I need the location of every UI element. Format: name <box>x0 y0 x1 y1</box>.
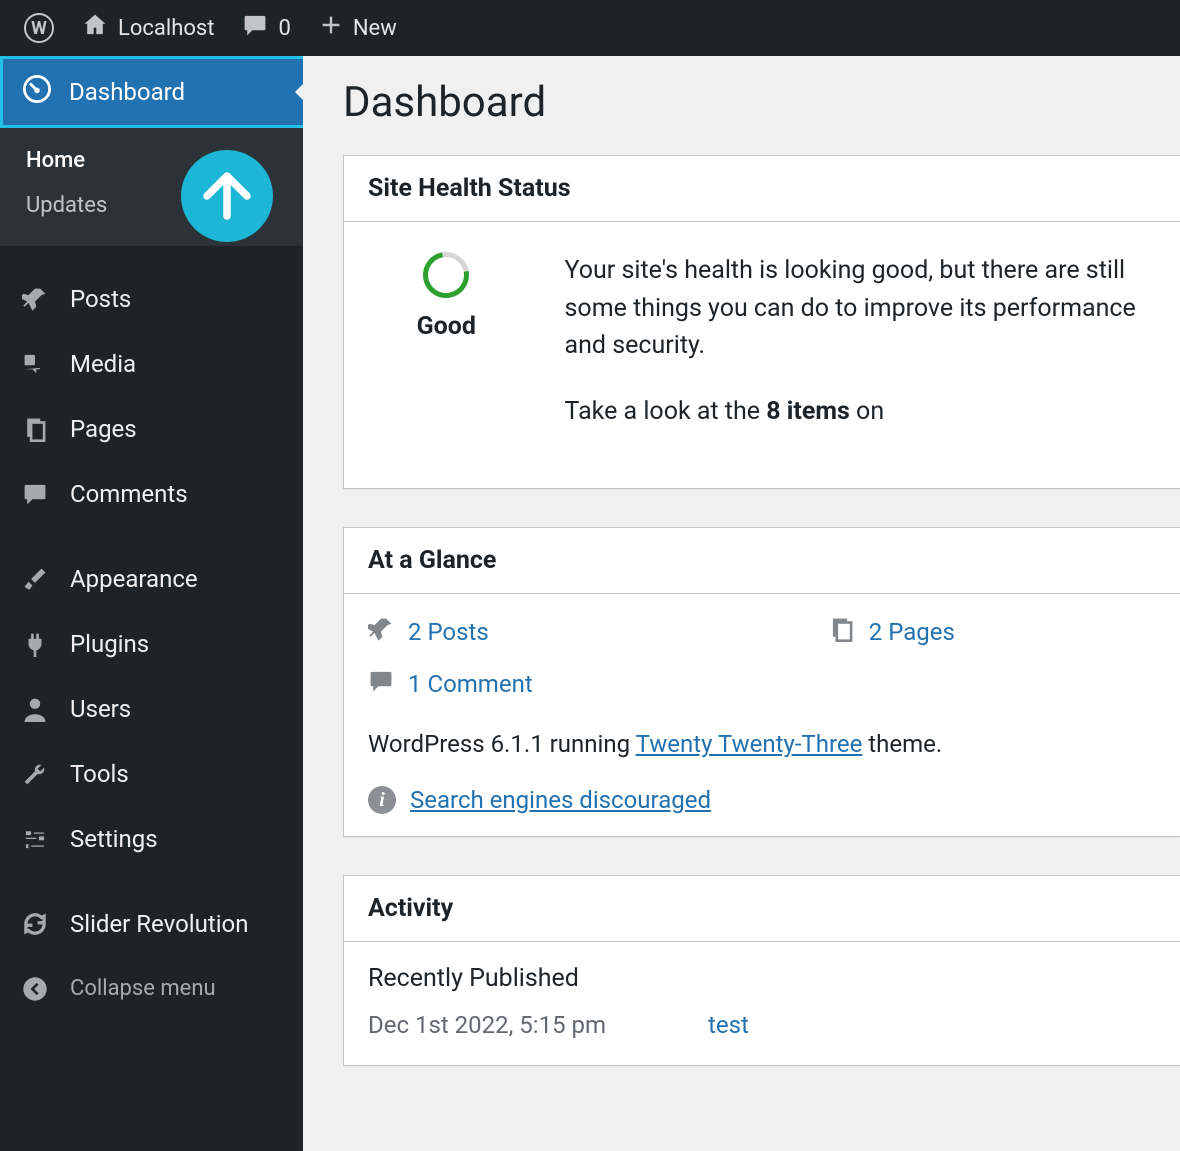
sidebar-item-label: Appearance <box>70 565 198 593</box>
collapse-icon <box>20 976 50 1002</box>
sidebar-item-pages[interactable]: Pages <box>0 396 303 461</box>
menu-group-content: Posts Media Pages Comments <box>0 246 303 526</box>
activity-post-link[interactable]: test <box>708 1011 749 1039</box>
sidebar-item-tools[interactable]: Tools <box>0 741 303 806</box>
admin-bar: W Localhost 0 New <box>0 0 1180 56</box>
glance-posts[interactable]: 2 Posts <box>368 616 489 648</box>
search-discouraged-notice: i Search engines discouraged <box>368 786 1156 814</box>
site-health-status-label: Good <box>368 312 525 341</box>
new-label: New <box>353 16 397 41</box>
refresh-icon <box>20 911 50 937</box>
site-health-gauge: Good <box>368 252 525 341</box>
activity-header: Activity <box>344 876 1180 942</box>
comment-icon <box>242 12 268 44</box>
sidebar-item-label: Pages <box>70 415 137 443</box>
user-icon <box>20 696 50 722</box>
sidebar-item-label: Slider Revolution <box>70 910 248 938</box>
sliders-icon <box>20 826 50 852</box>
sidebar-item-comments[interactable]: Comments <box>0 461 303 526</box>
info-icon: i <box>368 786 396 814</box>
dashboard-submenu: Home Updates <box>0 128 303 246</box>
dashboard-label: Dashboard <box>69 78 185 106</box>
activity-item: Dec 1st 2022, 5:15 pm test <box>344 1003 1180 1065</box>
pin-icon <box>20 286 50 312</box>
sidebar-item-label: Posts <box>70 285 131 313</box>
site-health-text: Your site's health is looking good, but … <box>565 252 1156 458</box>
sidebar-item-label: Tools <box>70 760 129 788</box>
glance-comments[interactable]: 1 Comment <box>368 668 533 700</box>
wp-logo-menu[interactable]: W <box>10 0 68 56</box>
menu-group-admin: Appearance Plugins Users Tools Settings <box>0 526 303 871</box>
collapse-label: Collapse menu <box>70 976 216 1001</box>
at-a-glance-header: At a Glance <box>344 528 1180 594</box>
site-name-label: Localhost <box>118 16 214 41</box>
site-name-menu[interactable]: Localhost <box>68 0 228 56</box>
admin-sidebar: Dashboard Home Updates Posts Media Pages <box>0 56 303 1151</box>
site-health-items-line: Take a look at the 8 items on <box>565 393 1156 431</box>
site-health-panel: Site Health Status Good Your site's heal… <box>343 155 1180 489</box>
sidebar-item-dashboard[interactable]: Dashboard <box>0 56 303 128</box>
page-title: Dashboard <box>343 78 1180 127</box>
search-discouraged-link[interactable]: Search engines discouraged <box>410 786 711 814</box>
activity-panel: Activity Recently Published Dec 1st 2022… <box>343 875 1180 1066</box>
glance-comments-link[interactable]: 1 Comment <box>408 670 533 698</box>
wordpress-logo-icon: W <box>24 13 54 43</box>
glance-posts-link[interactable]: 2 Posts <box>408 618 489 646</box>
plus-icon <box>319 13 343 43</box>
menu-group-extra: Slider Revolution Collapse menu <box>0 871 303 1021</box>
sidebar-item-label: Plugins <box>70 630 149 658</box>
sidebar-item-label: Users <box>70 695 131 723</box>
sidebar-item-plugins[interactable]: Plugins <box>0 611 303 676</box>
activity-date: Dec 1st 2022, 5:15 pm <box>368 1011 668 1039</box>
glance-pages-link[interactable]: 2 Pages <box>869 618 955 646</box>
comment-icon <box>20 481 50 507</box>
sidebar-item-appearance[interactable]: Appearance <box>0 546 303 611</box>
media-icon <box>20 351 50 377</box>
glance-pages[interactable]: 2 Pages <box>829 616 955 648</box>
comment-icon <box>368 668 394 700</box>
pages-icon <box>20 416 50 442</box>
pin-icon <box>368 616 394 648</box>
pages-icon <box>829 616 855 648</box>
at-a-glance-panel: At a Glance 2 Posts 2 Pages <box>343 527 1180 837</box>
site-health-paragraph: Your site's health is looking good, but … <box>565 252 1156 365</box>
comment-count: 0 <box>278 16 290 41</box>
sidebar-item-media[interactable]: Media <box>0 331 303 396</box>
gauge-icon <box>23 75 51 109</box>
new-content-menu[interactable]: New <box>305 0 411 56</box>
wordpress-version-info: WordPress 6.1.1 running Twenty Twenty-Th… <box>368 730 1156 758</box>
sidebar-item-slider-revolution[interactable]: Slider Revolution <box>0 891 303 956</box>
plug-icon <box>20 631 50 657</box>
highlight-arrow-icon <box>181 150 273 242</box>
sidebar-item-label: Comments <box>70 480 188 508</box>
collapse-menu-button[interactable]: Collapse menu <box>0 956 303 1021</box>
comments-menu[interactable]: 0 <box>228 0 304 56</box>
sidebar-item-users[interactable]: Users <box>0 676 303 741</box>
sidebar-item-posts[interactable]: Posts <box>0 266 303 331</box>
brush-icon <box>20 566 50 592</box>
recently-published-header: Recently Published <box>344 942 1180 1003</box>
gauge-ring-icon <box>414 243 478 307</box>
sidebar-item-label: Media <box>70 350 136 378</box>
sidebar-item-settings[interactable]: Settings <box>0 806 303 871</box>
wrench-icon <box>20 761 50 787</box>
site-health-header: Site Health Status <box>344 156 1180 222</box>
content-area: Dashboard Site Health Status Good Your s… <box>303 56 1180 1151</box>
sidebar-item-label: Settings <box>70 825 158 853</box>
theme-link[interactable]: Twenty Twenty-Three <box>636 730 863 758</box>
home-icon <box>82 12 108 44</box>
